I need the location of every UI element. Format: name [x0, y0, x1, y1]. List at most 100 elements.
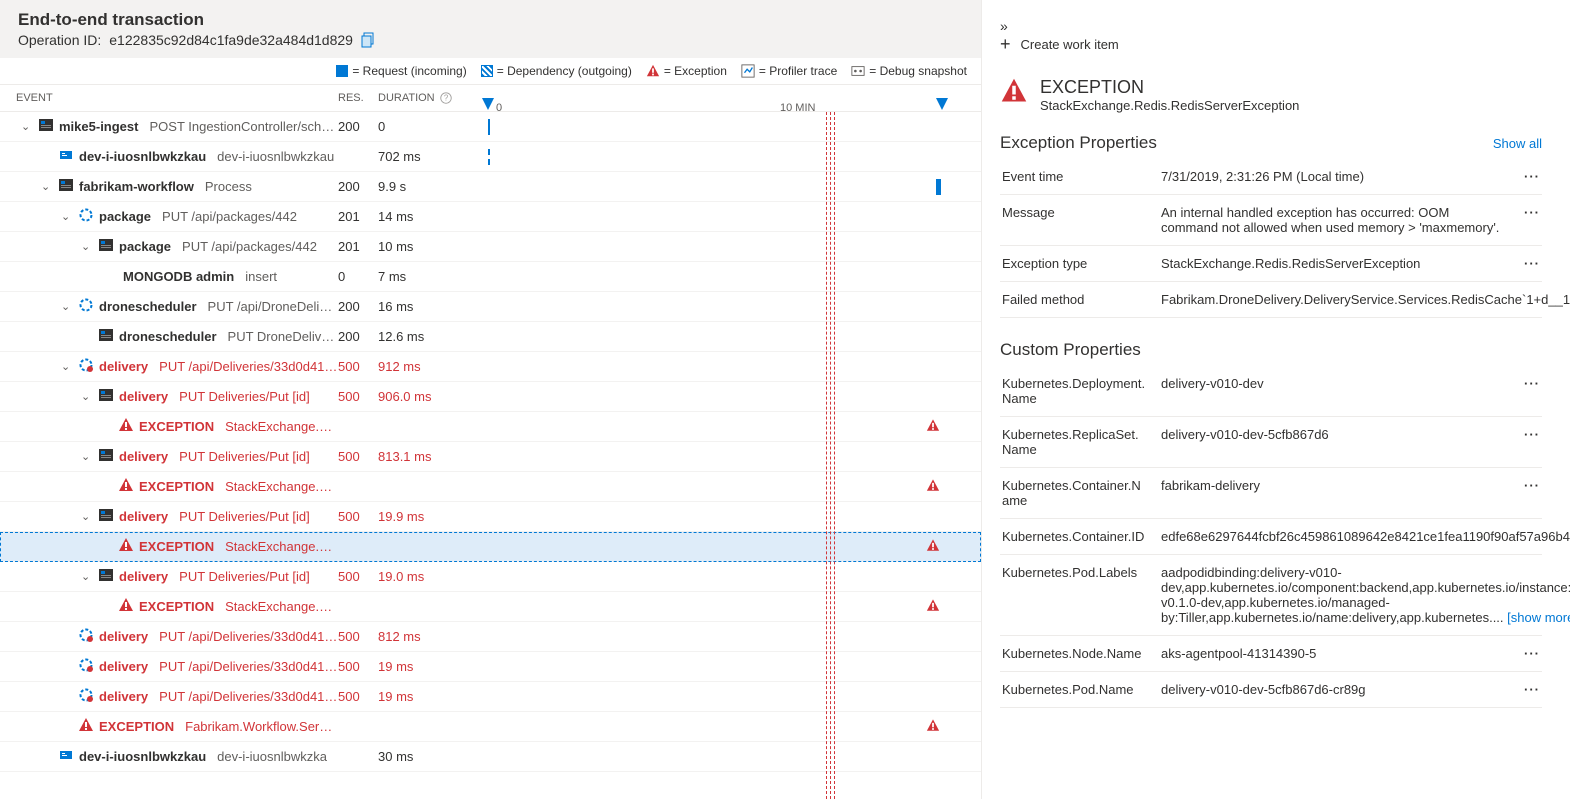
prop-val: An internal handled exception has occurr…	[1161, 205, 1502, 235]
chevron-down-icon[interactable]: ⌄	[61, 360, 73, 373]
row-name: delivery	[99, 629, 148, 644]
row-name: dev-i-iuosnlbwkzkau	[79, 749, 206, 764]
transaction-row[interactable]: dev-i-iuosnlbwkzkau dev-i-iuosnlbwkzka 3…	[0, 742, 981, 772]
row-duration: 12.6 ms	[378, 329, 488, 344]
chevron-down-icon[interactable]: ⌄	[41, 180, 53, 193]
row-detail: PUT Deliveries/Put [id]	[179, 569, 310, 584]
transaction-row[interactable]: ⌄ fabrikam-workflow Process 200 9.9 s	[0, 172, 981, 202]
more-icon[interactable]: ···	[1516, 256, 1540, 271]
property-row: Kubernetes.Deployment.Name delivery-v010…	[1000, 366, 1542, 417]
chevron-down-icon[interactable]: ⌄	[81, 390, 93, 403]
row-type-icon	[118, 537, 134, 556]
transaction-row[interactable]: delivery PUT /api/Deliveries/33d0d413-4 …	[0, 652, 981, 682]
row-name: fabrikam-workflow	[79, 179, 194, 194]
more-icon[interactable]: ···	[1516, 169, 1540, 184]
timeline-end-marker[interactable]	[936, 98, 948, 110]
row-timeline	[488, 622, 981, 651]
col-event[interactable]: EVENT	[16, 92, 338, 104]
create-work-item-button[interactable]: + Create work item	[1000, 34, 1542, 55]
transaction-row[interactable]: ⌄ package PUT /api/packages/442 201 10 m…	[0, 232, 981, 262]
row-timeline	[488, 292, 981, 321]
transaction-row[interactable]: dronescheduler PUT DroneDeliveries/ 200 …	[0, 322, 981, 352]
transaction-row[interactable]: ⌄ delivery PUT Deliveries/Put [id] 500 1…	[0, 562, 981, 592]
more-icon[interactable]: ···	[1516, 682, 1540, 697]
more-icon[interactable]: ···	[1516, 478, 1540, 493]
row-duration: 19.0 ms	[378, 569, 488, 584]
more-icon[interactable]: ···	[1516, 646, 1540, 661]
transaction-row[interactable]: ⌄ delivery PUT Deliveries/Put [id] 500 9…	[0, 382, 981, 412]
row-timeline	[488, 352, 981, 381]
left-panel: End-to-end transaction Operation ID: e12…	[0, 0, 982, 799]
row-name: delivery	[99, 659, 148, 674]
more-icon[interactable]: ···	[1516, 376, 1540, 391]
row-res: 500	[338, 569, 378, 584]
row-timeline	[488, 712, 981, 741]
property-row: Failed method Fabrikam.DroneDelivery.Del…	[1000, 282, 1542, 318]
transaction-row[interactable]: ⌄ delivery PUT Deliveries/Put [id] 500 1…	[0, 502, 981, 532]
transaction-row[interactable]: ⌄ dronescheduler PUT /api/DroneDeliverie…	[0, 292, 981, 322]
property-row: Kubernetes.Pod.Name delivery-v010-dev-5c…	[1000, 672, 1542, 708]
chevron-down-icon[interactable]: ⌄	[81, 240, 93, 253]
transaction-row[interactable]: ⌄ delivery PUT Deliveries/Put [id] 500 8…	[0, 442, 981, 472]
exception-header: EXCEPTION StackExchange.Redis.RedisServe…	[1000, 77, 1542, 113]
prop-key: Kubernetes.Pod.Labels	[1002, 565, 1147, 580]
row-detail: POST IngestionController/schedul	[149, 119, 338, 134]
debug-legend-icon	[851, 64, 865, 78]
row-res: 500	[338, 509, 378, 524]
row-res: 200	[338, 119, 378, 134]
transaction-row[interactable]: delivery PUT /api/Deliveries/33d0d413-4 …	[0, 682, 981, 712]
row-duration: 906.0 ms	[378, 389, 488, 404]
rows-container[interactable]: ⌄ mike5-ingest POST IngestionController/…	[0, 112, 981, 799]
chevron-down-icon[interactable]: ⌄	[61, 300, 73, 313]
prop-key: Kubernetes.Container.Name	[1002, 478, 1147, 508]
show-all-link[interactable]: Show all	[1493, 136, 1542, 151]
row-duration: 912 ms	[378, 359, 488, 374]
header: End-to-end transaction Operation ID: e12…	[0, 0, 981, 58]
transaction-row[interactable]: EXCEPTION StackExchange.Redis.R	[0, 412, 981, 442]
row-duration: 14 ms	[378, 209, 488, 224]
more-icon[interactable]: ···	[1516, 205, 1540, 220]
chevron-down-icon[interactable]: ⌄	[81, 510, 93, 523]
exception-title: EXCEPTION	[1040, 77, 1299, 98]
row-timeline	[488, 562, 981, 591]
col-duration[interactable]: DURATION ?	[378, 91, 488, 105]
svg-text:?: ?	[443, 94, 448, 103]
legend: = Request (incoming) = Dependency (outgo…	[0, 58, 981, 85]
more-icon[interactable]: ···	[1516, 427, 1540, 442]
transaction-row[interactable]: dev-i-iuosnlbwkzkau dev-i-iuosnlbwkzkau …	[0, 142, 981, 172]
row-duration: 10 ms	[378, 239, 488, 254]
chevron-down-icon[interactable]: ⌄	[61, 210, 73, 223]
row-duration: 813.1 ms	[378, 449, 488, 464]
chevron-down-icon[interactable]: ⌄	[81, 570, 93, 583]
transaction-row[interactable]: ⌄ delivery PUT /api/Deliveries/33d0d413-…	[0, 352, 981, 382]
row-timeline	[488, 742, 981, 771]
transaction-row[interactable]: EXCEPTION StackExchange.Redis.R	[0, 592, 981, 622]
transaction-row[interactable]: ⌄ package PUT /api/packages/442 201 14 m…	[0, 202, 981, 232]
row-timeline	[488, 172, 981, 201]
row-type-icon	[98, 327, 114, 346]
transaction-row[interactable]: EXCEPTION Fabrikam.Workflow.Service.S	[0, 712, 981, 742]
copy-icon[interactable]	[361, 32, 377, 48]
row-type-icon	[78, 717, 94, 736]
timeline-start-marker[interactable]	[482, 98, 494, 110]
custom-props-title: Custom Properties	[1000, 340, 1141, 360]
row-detail: PUT Deliveries/Put [id]	[179, 509, 310, 524]
row-name: EXCEPTION	[139, 419, 214, 434]
transaction-row[interactable]: delivery PUT /api/Deliveries/33d0d413-4 …	[0, 622, 981, 652]
prop-val: aks-agentpool-41314390-5	[1161, 646, 1502, 661]
transaction-row[interactable]: EXCEPTION StackExchange.Redis.R	[0, 532, 981, 562]
row-type-icon	[118, 477, 134, 496]
show-more-link[interactable]: [show more]	[1507, 610, 1570, 625]
row-detail: Fabrikam.Workflow.Service.S	[185, 719, 338, 734]
row-timeline	[488, 592, 981, 621]
row-type-icon	[98, 237, 114, 256]
collapse-chevron-icon[interactable]: »	[1000, 18, 1542, 34]
transaction-row[interactable]: ⌄ mike5-ingest POST IngestionController/…	[0, 112, 981, 142]
prop-key: Kubernetes.Deployment.Name	[1002, 376, 1147, 406]
row-type-icon	[98, 567, 114, 586]
transaction-row[interactable]: MONGODB admin insert 0 7 ms	[0, 262, 981, 292]
transaction-row[interactable]: EXCEPTION StackExchange.Redis.R	[0, 472, 981, 502]
col-res[interactable]: RES.	[338, 92, 378, 104]
chevron-down-icon[interactable]: ⌄	[81, 450, 93, 463]
chevron-down-icon[interactable]: ⌄	[21, 120, 33, 133]
